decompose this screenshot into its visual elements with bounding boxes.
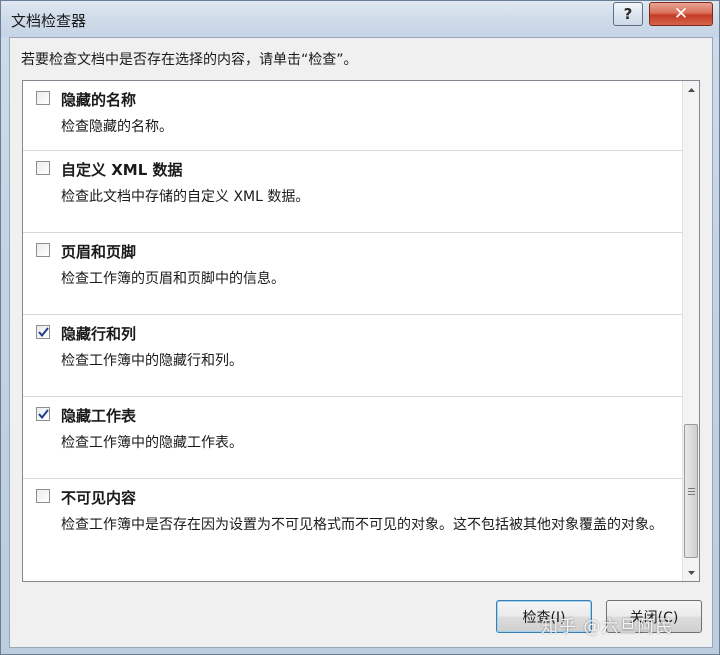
window-title: 文档检查器 [11,12,87,30]
help-button[interactable]: ? [613,2,643,26]
option-hidden-rows-columns: 隐藏行和列 检查工作簿中的隐藏行和列。 [23,315,683,397]
close-icon: ✕ [673,4,689,24]
arrow-up-icon[interactable] [683,81,699,98]
option-headers-footers: 页眉和页脚 检查工作簿的页眉和页脚中的信息。 [23,233,683,315]
headers-footers-checkbox[interactable] [36,243,50,257]
close-button[interactable]: 关闭(C) [606,600,702,633]
option-title: 不可见内容 [61,489,137,507]
inspection-options-list: 隐藏的名称 检查隐藏的名称。 自定义 XML 数据 检查此文档中存储的自定义 X… [22,80,700,582]
option-description: 检查工作簿的页眉和页脚中的信息。 [61,271,285,287]
option-description: 检查工作簿中的隐藏行和列。 [61,353,243,369]
title-bar[interactable]: 文档检查器 ? ✕ [1,1,719,37]
question-icon: ? [623,5,633,23]
option-title: 隐藏行和列 [61,325,137,343]
close-window-button[interactable]: ✕ [649,2,713,26]
inspect-button[interactable]: 检查(I) [496,600,592,633]
option-invisible-content: 不可见内容 检查工作簿中是否存在因为设置为不可见格式而不可见的对象。这不包括被其… [23,479,683,575]
invisible-content-checkbox[interactable] [36,489,50,503]
option-title: 自定义 XML 数据 [61,161,183,179]
options-items: 隐藏的名称 检查隐藏的名称。 自定义 XML 数据 检查此文档中存储的自定义 X… [23,81,683,575]
hidden-names-checkbox[interactable] [36,91,50,105]
option-title: 页眉和页脚 [61,243,137,261]
document-inspector-dialog: 文档检查器 ? ✕ 若要检查文档中是否存在选择的内容，请单击“检查”。 隐藏的名… [0,0,720,655]
custom-xml-checkbox[interactable] [36,161,50,175]
hidden-rows-columns-checkbox[interactable] [36,325,50,339]
option-description: 检查隐藏的名称。 [61,119,173,135]
option-description: 检查工作簿中的隐藏工作表。 [61,435,243,451]
dialog-body: 若要检查文档中是否存在选择的内容，请单击“检查”。 隐藏的名称 检查隐藏的名称。… [9,37,713,648]
option-hidden-names: 隐藏的名称 检查隐藏的名称。 [23,81,683,151]
checkmark-icon [37,327,49,337]
instruction-text: 若要检查文档中是否存在选择的内容，请单击“检查”。 [21,52,358,68]
checkmark-icon [37,409,49,419]
option-hidden-worksheets: 隐藏工作表 检查工作簿中的隐藏工作表。 [23,397,683,479]
option-custom-xml: 自定义 XML 数据 检查此文档中存储的自定义 XML 数据。 [23,151,683,233]
vertical-scrollbar[interactable] [682,81,699,581]
option-description: 检查此文档中存储的自定义 XML 数据。 [61,189,310,205]
option-title: 隐藏工作表 [61,407,137,425]
scrollbar-thumb[interactable] [684,424,698,558]
arrow-down-icon[interactable] [683,564,699,581]
grip-icon [687,487,695,495]
option-title: 隐藏的名称 [61,91,137,109]
option-description: 检查工作簿中是否存在因为设置为不可见格式而不可见的对象。这不包括被其他对象覆盖的… [61,517,663,533]
hidden-worksheets-checkbox[interactable] [36,407,50,421]
